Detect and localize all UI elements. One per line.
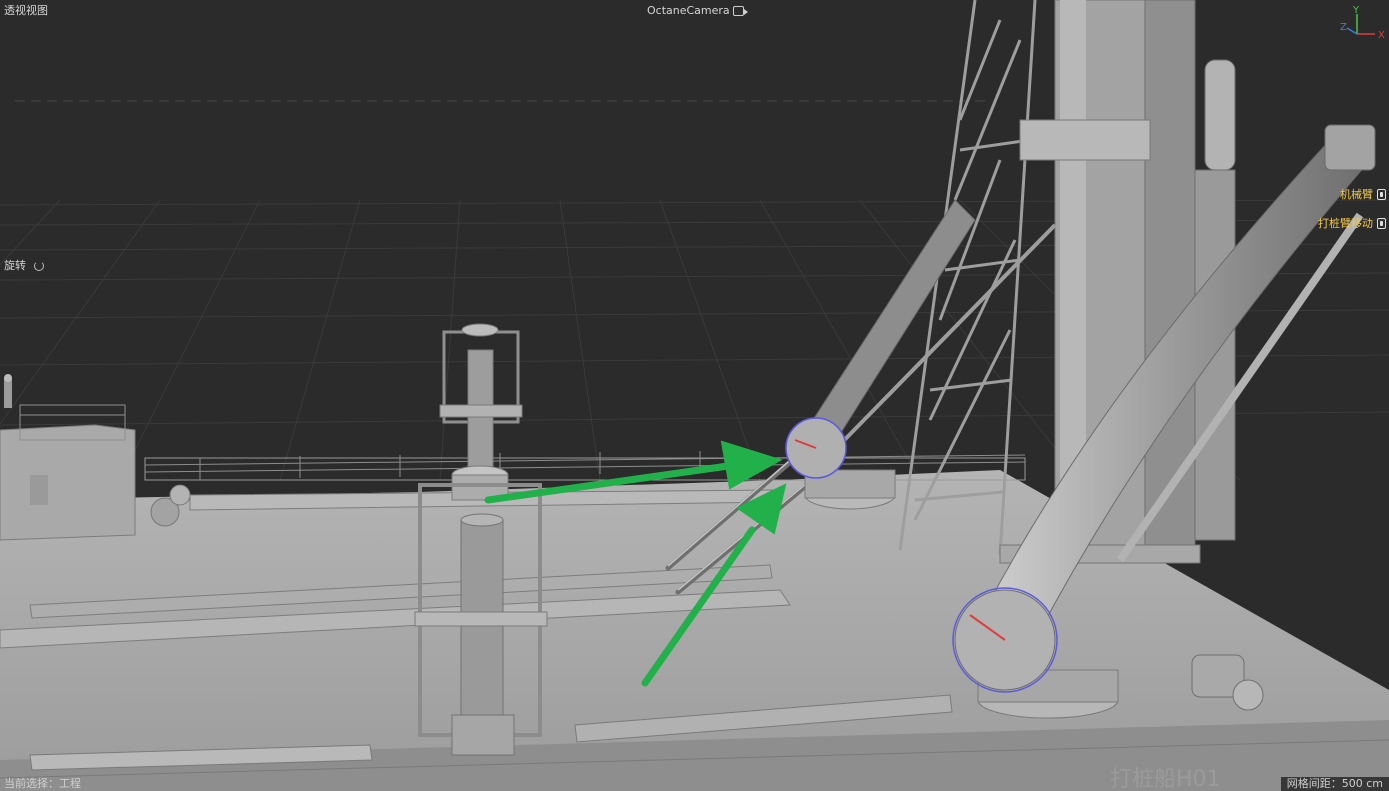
axis-z-label: Z	[1340, 22, 1347, 33]
object-tag-robot-arm[interactable]: 机械臂	[1340, 186, 1386, 202]
object-tag-label: 机械臂	[1340, 188, 1373, 201]
mode-label: 旋转	[4, 259, 26, 272]
camera-name: OctaneCamera	[647, 4, 730, 17]
rotate-icon	[34, 261, 44, 271]
status-grid-spacing: 网格间距：500 cm	[1280, 777, 1389, 791]
deckhouse[interactable]	[0, 374, 136, 541]
transform-mode[interactable]: 旋转	[4, 259, 44, 273]
status-selection: 当前选择：工程	[4, 777, 81, 790]
lock-toggle-icon[interactable]	[1377, 188, 1386, 200]
3d-viewport[interactable]: 打桩船H01	[0, 0, 1389, 791]
view-title[interactable]: 透视视图	[4, 4, 48, 18]
lock-toggle-icon[interactable]	[1377, 217, 1386, 229]
axis-x-label: X	[1378, 30, 1385, 41]
camera-icon	[732, 6, 748, 16]
camera-selector[interactable]: OctaneCamera	[647, 4, 748, 18]
axis-y-label: Y	[1352, 5, 1360, 16]
axis-gizmo: Y X Z	[1340, 5, 1385, 41]
object-tag-pile-arm-move[interactable]: 打桩臂移动	[1318, 215, 1386, 231]
hull-marking: 打桩船H01	[1110, 767, 1221, 791]
object-tag-label: 打桩臂移动	[1318, 217, 1373, 230]
